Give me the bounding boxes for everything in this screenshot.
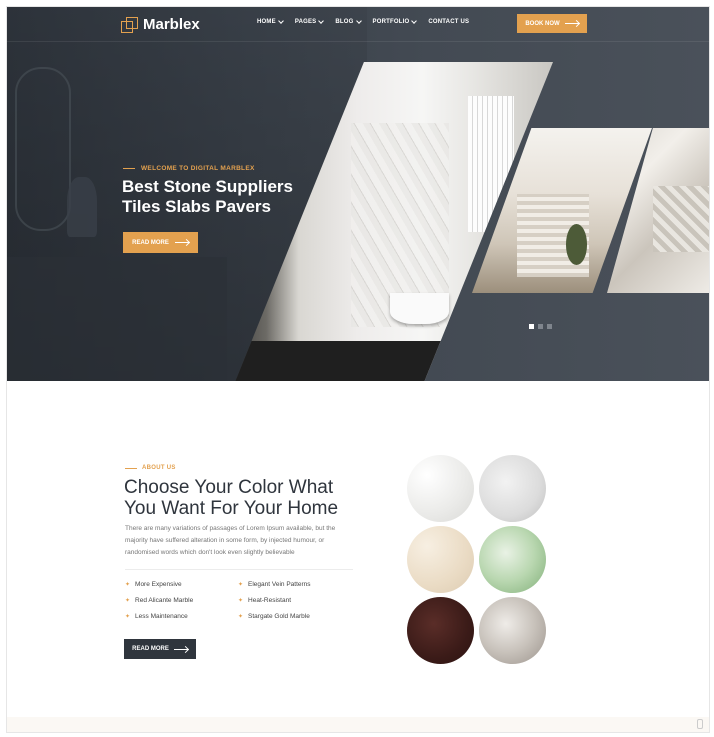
menu-item-pages[interactable]: PAGES [294,18,325,25]
hero-mirror [15,67,71,231]
divider [125,569,353,570]
star-icon: ✦ [238,614,244,620]
about-title: Choose Your Color What You Want For Your… [124,477,364,519]
menu-item-contact[interactable]: CONTACT US [428,19,469,25]
about-title-line: Choose Your Color What [124,477,334,498]
feature-item: ✦ Heat-Resistant [238,597,351,604]
feature-label: More Expensive [135,581,182,588]
star-icon: ✦ [238,582,244,588]
menu-item-label: HOME [257,19,276,25]
about-paragraph: There are many variations of passages of… [125,525,336,556]
feature-label: Red Alicante Marble [135,597,194,604]
feature-item: ✦ Stargate Gold Marble [238,613,351,620]
hero-kicker: WELCOME TO DIGITAL MARBLEX [123,165,255,172]
chevron-down-icon [277,18,284,24]
swatch-red-alicante-marble[interactable] [407,597,474,664]
arrow-right-icon [564,23,579,24]
menu-item-label: BLOG [335,19,354,25]
slider-dot-3[interactable] [547,324,552,329]
book-now-label: BOOK NOW [525,20,560,27]
hero-plant [67,177,97,237]
marble-swatches [407,455,547,664]
menu-item-blog[interactable]: BLOG [335,18,362,25]
swatch-green-marble[interactable] [479,526,546,593]
logo-icon [121,16,138,33]
star-icon: ✦ [125,598,131,604]
about-button-label: READ MORE [132,646,169,652]
top-nav: Marblex HOME PAGES BLOG PORTFOLIO CONTAC… [7,7,709,42]
hero-kicker-text: WELCOME TO DIGITAL MARBLEX [141,165,255,172]
hero-title-line: Best Stone Suppliers [122,177,293,196]
menu-item-portfolio[interactable]: PORTFOLIO [372,18,418,25]
book-now-button[interactable]: BOOK NOW [517,14,587,33]
slider-dot-1[interactable] [529,324,534,329]
bathtub [390,293,449,324]
arrow-right-icon [174,242,189,243]
swatch-cream-marble[interactable] [407,526,474,593]
scroll-icon[interactable] [697,719,703,729]
chevron-down-icon [318,18,325,24]
hero-read-more-button[interactable]: READ MORE [123,232,198,253]
menu-item-label: CONTACT US [428,19,470,25]
menu-item-label: PORTFOLIO [372,19,410,25]
star-icon: ✦ [125,582,131,588]
hero-button-label: READ MORE [132,239,169,246]
menu-item-home[interactable]: HOME [257,18,284,25]
slider-dots [529,324,552,329]
about-kicker: ABOUT US [125,465,176,471]
kicker-line [123,168,135,169]
feature-label: Less Maintenance [135,613,188,620]
star-icon: ✦ [238,598,244,604]
feature-item: ✦ Red Alicante Marble [125,597,238,604]
feature-item: ✦ Less Maintenance [125,613,238,620]
swatch-grey-marble[interactable] [479,597,546,664]
feature-item: ✦ Elegant Vein Patterns [238,581,351,588]
feature-label: Stargate Gold Marble [248,613,310,620]
star-icon: ✦ [125,614,131,620]
menu-item-label: PAGES [294,19,317,25]
about-read-more-button[interactable]: READ MORE [124,639,196,659]
feature-item: ✦ More Expensive [125,581,238,588]
feature-label: Elegant Vein Patterns [248,581,311,588]
feature-label: Heat-Resistant [248,597,292,604]
about-kicker-text: ABOUT US [142,465,176,471]
arrow-right-icon [173,648,188,650]
swatch-white-marble[interactable] [407,455,474,522]
main-menu: HOME PAGES BLOG PORTFOLIO CONTACT US [257,18,469,25]
logo-text: Marblex [143,16,200,33]
kicker-line [125,467,137,469]
slab [652,185,709,252]
plant [565,223,588,265]
chevron-down-icon [411,18,418,24]
chevron-down-icon [355,18,362,24]
page-frame: Marblex HOME PAGES BLOG PORTFOLIO CONTAC… [6,6,710,733]
feature-list: ✦ More Expensive ✦ Elegant Vein Patterns ✦… [125,581,355,620]
hero-section: Marblex HOME PAGES BLOG PORTFOLIO CONTAC… [7,7,709,381]
about-title-line: You Want For Your Home [124,498,339,519]
next-section-band [7,717,709,732]
logo[interactable]: Marblex [121,16,200,33]
swatch-grey-vein-marble[interactable] [479,455,546,522]
slider-dot-2[interactable] [538,324,543,329]
hero-sink [7,257,227,381]
